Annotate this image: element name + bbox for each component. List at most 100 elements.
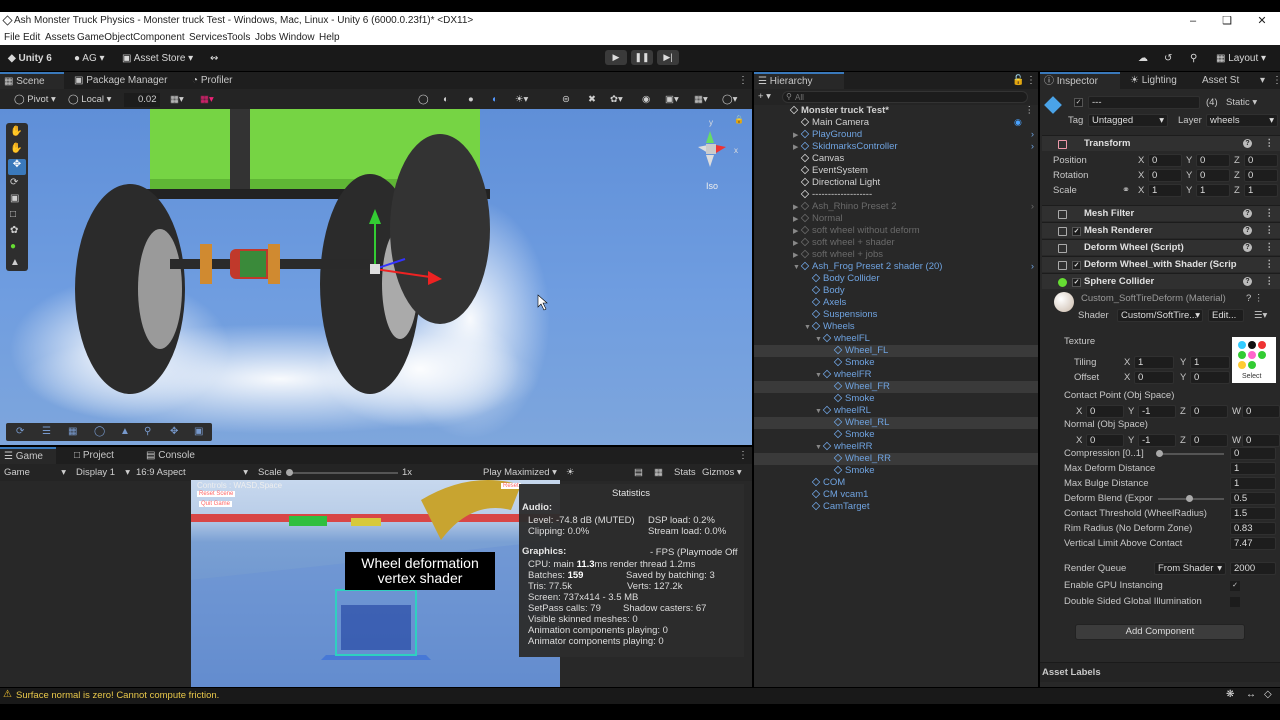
bug-icon[interactable]: ❋	[1226, 689, 1234, 700]
rot-z-field[interactable]: 0	[1244, 169, 1278, 182]
hierarchy-row[interactable]: ▶ soft wheel + jobs	[754, 249, 1038, 261]
help-icon[interactable]: ?	[1243, 139, 1252, 148]
maximize-icon[interactable]: ❑	[1220, 12, 1234, 30]
hierarchy-lock-icon[interactable]: 🔓	[1008, 72, 1024, 89]
component-menu-icon[interactable]: ⋮	[1265, 136, 1275, 152]
custom-tool-icon[interactable]: ●	[10, 241, 16, 252]
rot-y-field[interactable]: 0	[1196, 169, 1230, 182]
hierarchy-row[interactable]: ▼ wheelFR	[754, 369, 1038, 381]
lock-icon[interactable]: 🔒	[734, 115, 744, 124]
play-button[interactable]: ▶	[605, 50, 627, 65]
material-help-icon[interactable]: ? ⋮	[1246, 293, 1263, 305]
tag-icon[interactable]: ◇	[1264, 689, 1272, 700]
gpu-instancing-checkbox[interactable]: ✓	[1230, 581, 1240, 591]
lighting-icon[interactable]: ☀▾	[515, 91, 528, 108]
cloud-icon[interactable]: ☁	[1138, 51, 1148, 67]
hierarchy-row[interactable]: ▶ soft wheel + shader	[754, 237, 1038, 249]
scale-tool-icon[interactable]: ▣	[10, 193, 19, 204]
hierarchy-row[interactable]: CM vcam1	[754, 489, 1038, 501]
help-icon[interactable]: ?	[1243, 226, 1252, 235]
prefab-open-icon[interactable]: ›	[1031, 141, 1034, 153]
mesh-filter-header[interactable]: Mesh Filter? ⋮	[1042, 205, 1280, 221]
reset-scene-button[interactable]: Reset Scene	[197, 491, 236, 497]
pos-x-field[interactable]: 0	[1148, 154, 1182, 167]
menu-edit[interactable]: Edit	[23, 30, 40, 45]
tab-inspector[interactable]: ⓘ Inspector	[1040, 72, 1120, 89]
render-queue-field[interactable]: 2000	[1230, 562, 1276, 575]
contact-z-field[interactable]: 0	[1190, 405, 1228, 418]
orientation-gizmo[interactable]: y x	[686, 117, 746, 191]
2d-icon[interactable]: ⊜	[562, 91, 570, 108]
snap-field[interactable]: 0.02	[124, 93, 160, 107]
prefab-open-icon[interactable]: ›	[1031, 261, 1034, 273]
terrain-icon[interactable]: ▲	[120, 426, 130, 437]
hierarchy-row[interactable]: Monster truck Test* ⋮	[754, 105, 1038, 117]
hierarchy-row[interactable]: Wheel_RR	[754, 453, 1038, 465]
component-menu-icon[interactable]: ⋮	[1265, 257, 1275, 273]
property-value-field[interactable]: 0.83	[1230, 522, 1276, 535]
wire-shaded-icon[interactable]: ◐	[492, 91, 498, 108]
hierarchy-row[interactable]: Smoke	[754, 393, 1038, 405]
search-icon[interactable]: ⚲	[1190, 51, 1197, 67]
step-button[interactable]: ▶|	[657, 50, 679, 65]
tab-project[interactable]: □ Project	[70, 447, 130, 464]
tab-game[interactable]: ☰ Game	[0, 447, 56, 464]
enabled-checkbox[interactable]: ✓	[1072, 227, 1081, 236]
menu-gameobject[interactable]: GameObject	[77, 30, 133, 45]
hierarchy-row[interactable]: ▶ PlayGround ›	[754, 129, 1038, 141]
component-menu-icon[interactable]: ⋮	[1265, 274, 1275, 290]
status-warning-text[interactable]: Surface normal is zero! Cannot compute f…	[16, 690, 219, 701]
panel-menu-icon[interactable]: ⋮	[734, 72, 748, 89]
menu-assets[interactable]: Assets	[45, 30, 75, 45]
layer-dropdown[interactable]: wheels ▾	[1206, 114, 1278, 127]
aspect-dropdown[interactable]: 16:9 Aspect ▾	[136, 464, 248, 481]
network-icon[interactable]: ↔	[1246, 689, 1256, 700]
hierarchy-row[interactable]: COM	[754, 477, 1038, 489]
circle-icon[interactable]: ◯	[94, 426, 105, 437]
local-dropdown[interactable]: ◯ Local ▾	[68, 91, 111, 108]
contact-w-field[interactable]: 0	[1242, 405, 1280, 418]
hierarchy-row[interactable]: Canvas	[754, 153, 1038, 165]
normal-y-field[interactable]: -1	[1138, 434, 1176, 447]
menu-file[interactable]: File	[4, 30, 20, 45]
render-queue-mode-dropdown[interactable]: From Shader ▾	[1154, 562, 1226, 575]
hierarchy-row[interactable]: Axels	[754, 297, 1038, 309]
hierarchy-row[interactable]: CamTarget	[754, 501, 1038, 513]
tab-asset-store[interactable]: Asset St	[1198, 72, 1256, 89]
tab-console[interactable]: ▤ Console	[142, 447, 202, 464]
camera-icon[interactable]: ▣▾	[665, 91, 679, 108]
tag-dropdown[interactable]: Untagged ▾	[1088, 114, 1168, 127]
enabled-checkbox[interactable]: ✓	[1072, 278, 1081, 287]
effects-icon[interactable]: ✿▾	[610, 91, 623, 108]
tools-icon[interactable]: ▦▾	[694, 91, 708, 108]
texture-select-button[interactable]: Select	[1242, 373, 1261, 380]
grid-icon[interactable]: ▦	[68, 426, 77, 437]
menu-component[interactable]: Component	[133, 30, 185, 45]
constrain-scale-icon[interactable]: ⚭	[1122, 185, 1130, 197]
rotate-tool-icon[interactable]: ⟳	[10, 177, 18, 188]
hierarchy-row[interactable]: ▼ wheelFL	[754, 333, 1038, 345]
normal-w-field[interactable]: 0	[1242, 434, 1280, 447]
tab-profiler[interactable]: ◔ Profiler	[188, 72, 248, 89]
offset-y-field[interactable]: 0	[1190, 371, 1230, 384]
scale-slider-handle[interactable]	[286, 469, 293, 476]
texture-thumbnail[interactable]: Select	[1232, 337, 1276, 383]
tiling-x-field[interactable]: 1	[1134, 356, 1174, 369]
gizmos-dropdown[interactable]: Gizmos ▾	[702, 464, 742, 481]
audio-icon[interactable]: ✖	[588, 91, 596, 108]
frame-icon[interactable]: ▣	[194, 426, 203, 437]
enabled-checkbox[interactable]: ✓	[1072, 261, 1081, 270]
move-icon[interactable]: ✥	[170, 426, 178, 437]
close-icon[interactable]: ✕	[1255, 12, 1269, 30]
hierarchy-row[interactable]: Wheel_FL	[754, 345, 1038, 357]
asset-store-button[interactable]: ▣ Asset Store ▾	[122, 51, 193, 67]
tab-lighting[interactable]: ☀ Lighting	[1126, 72, 1196, 89]
active-checkbox[interactable]: ✓	[1074, 98, 1083, 107]
rot-x-field[interactable]: 0	[1148, 169, 1182, 182]
component-menu-icon[interactable]: ⋮	[1265, 240, 1275, 256]
hierarchy-row[interactable]: Smoke	[754, 465, 1038, 477]
history-icon[interactable]: ↺	[1164, 51, 1172, 67]
object-name-field[interactable]: ---	[1088, 96, 1200, 109]
hand-tool-icon[interactable]: ✋	[10, 143, 22, 154]
layout-dropdown[interactable]: ▦ Layout ▾	[1216, 51, 1266, 67]
